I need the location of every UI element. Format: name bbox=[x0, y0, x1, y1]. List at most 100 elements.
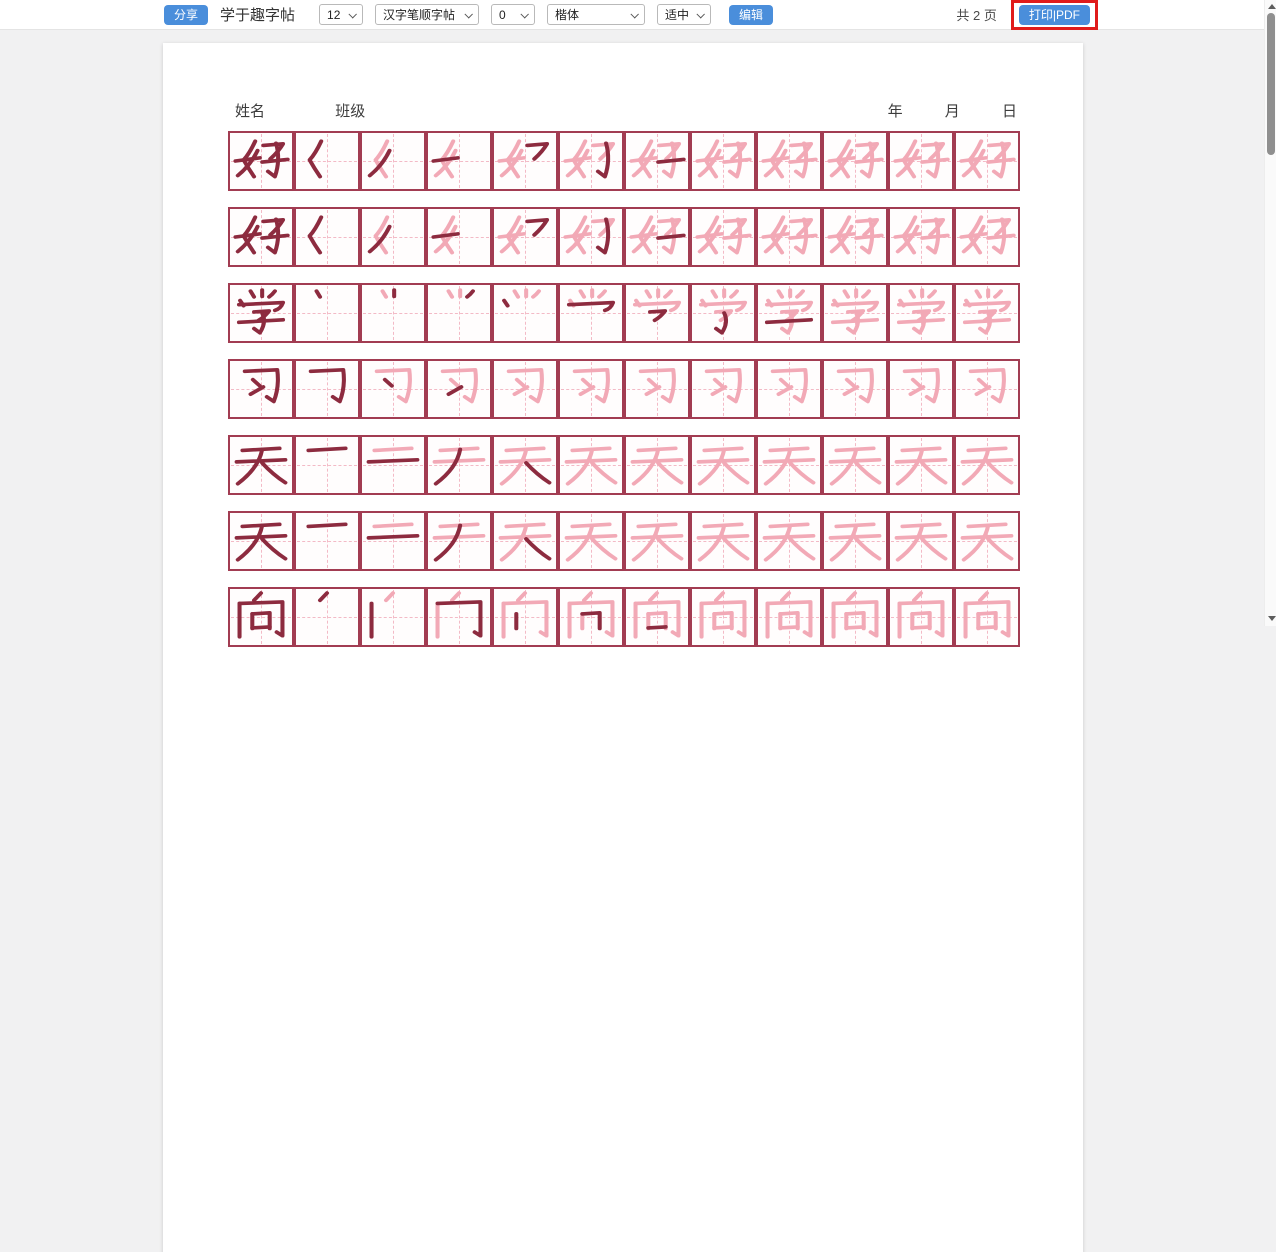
practice-cell bbox=[822, 207, 888, 267]
practice-row bbox=[228, 587, 1083, 647]
practice-cell bbox=[492, 359, 558, 419]
chevron-down-icon bbox=[464, 10, 472, 18]
practice-cell bbox=[954, 283, 1020, 343]
practice-cell bbox=[888, 359, 954, 419]
practice-cell bbox=[690, 207, 756, 267]
practice-cell bbox=[228, 131, 294, 191]
practice-cell bbox=[822, 131, 888, 191]
practice-cell bbox=[954, 131, 1020, 191]
practice-cell bbox=[624, 511, 690, 571]
practice-cell bbox=[756, 283, 822, 343]
practice-cell bbox=[954, 511, 1020, 571]
practice-cell bbox=[624, 207, 690, 267]
vertical-scrollbar[interactable] bbox=[1264, 0, 1276, 626]
sheet-header-left: 姓名 班级 bbox=[235, 100, 431, 121]
practice-row bbox=[228, 131, 1083, 191]
practice-cell bbox=[360, 207, 426, 267]
year-label: 年 bbox=[888, 103, 903, 120]
practice-cell bbox=[954, 435, 1020, 495]
month-label: 月 bbox=[945, 103, 960, 120]
site-title: 学于趣字帖 bbox=[220, 4, 295, 25]
practice-row bbox=[228, 283, 1083, 343]
practice-cell bbox=[624, 131, 690, 191]
practice-cell bbox=[360, 587, 426, 647]
practice-cell bbox=[360, 511, 426, 571]
page-count-label: 共 2 页 bbox=[956, 5, 996, 24]
practice-cell bbox=[558, 435, 624, 495]
share-button[interactable]: 分享 bbox=[164, 5, 208, 25]
practice-cell bbox=[756, 435, 822, 495]
practice-cell bbox=[492, 435, 558, 495]
practice-cell bbox=[690, 359, 756, 419]
font-size-select[interactable]: 12 bbox=[319, 4, 363, 25]
practice-cell bbox=[888, 435, 954, 495]
practice-cell bbox=[624, 435, 690, 495]
toolbar-left-group: 分享 学于趣字帖 12 汉字笔顺字帖 0 楷体 适中 编辑 bbox=[164, 4, 773, 25]
practice-cell bbox=[492, 207, 558, 267]
day-label: 日 bbox=[1002, 103, 1017, 120]
scroll-up-icon[interactable] bbox=[1268, 4, 1276, 9]
practice-cell bbox=[426, 131, 492, 191]
offset-select[interactable]: 0 bbox=[491, 4, 535, 25]
practice-cell bbox=[294, 511, 360, 571]
practice-cell bbox=[228, 511, 294, 571]
offset-value: 0 bbox=[499, 8, 506, 22]
practice-cell bbox=[492, 587, 558, 647]
template-value: 汉字笔顺字帖 bbox=[383, 6, 455, 23]
name-label: 姓名 bbox=[235, 103, 265, 120]
practice-cell bbox=[690, 435, 756, 495]
practice-cell bbox=[294, 283, 360, 343]
edit-button[interactable]: 编辑 bbox=[729, 5, 773, 25]
chevron-down-icon bbox=[520, 10, 528, 18]
practice-cell bbox=[822, 283, 888, 343]
practice-cell bbox=[888, 587, 954, 647]
practice-cell bbox=[558, 511, 624, 571]
class-label: 班级 bbox=[335, 103, 365, 120]
practice-cell bbox=[690, 131, 756, 191]
template-select[interactable]: 汉字笔顺字帖 bbox=[375, 4, 479, 25]
practice-cell bbox=[558, 207, 624, 267]
practice-cell bbox=[426, 359, 492, 419]
practice-row bbox=[228, 511, 1083, 571]
practice-cell bbox=[624, 359, 690, 419]
practice-cell bbox=[822, 587, 888, 647]
worksheet-page: 姓名 班级 年 月 日 bbox=[163, 43, 1083, 1252]
practice-cell bbox=[954, 587, 1020, 647]
font-size-value: 12 bbox=[327, 8, 340, 22]
toolbar-right-group: 共 2 页 打印|PDF bbox=[956, 3, 1098, 27]
practice-cell bbox=[888, 207, 954, 267]
practice-cell bbox=[492, 131, 558, 191]
practice-cell bbox=[558, 587, 624, 647]
scrollbar-thumb[interactable] bbox=[1267, 13, 1275, 155]
practice-cell bbox=[426, 435, 492, 495]
practice-cell bbox=[294, 435, 360, 495]
practice-row bbox=[228, 359, 1083, 419]
practice-cell bbox=[360, 435, 426, 495]
density-value: 适中 bbox=[665, 6, 689, 23]
scroll-down-icon[interactable] bbox=[1268, 616, 1276, 621]
practice-cell bbox=[558, 359, 624, 419]
font-select[interactable]: 楷体 bbox=[547, 4, 645, 25]
practice-cell bbox=[690, 511, 756, 571]
toolbar: 分享 学于趣字帖 12 汉字笔顺字帖 0 楷体 适中 编辑 共 2 页 打印|P… bbox=[0, 0, 1276, 30]
practice-cell bbox=[624, 283, 690, 343]
practice-cell bbox=[756, 587, 822, 647]
density-select[interactable]: 适中 bbox=[657, 4, 711, 25]
practice-cell bbox=[756, 131, 822, 191]
practice-cell bbox=[888, 511, 954, 571]
practice-cell bbox=[294, 359, 360, 419]
sheet-header: 姓名 班级 年 月 日 bbox=[163, 43, 1083, 121]
practice-cell bbox=[954, 359, 1020, 419]
practice-cell bbox=[228, 587, 294, 647]
practice-cell bbox=[558, 283, 624, 343]
print-pdf-button[interactable]: 打印|PDF bbox=[1019, 5, 1090, 25]
font-value: 楷体 bbox=[555, 6, 579, 23]
practice-cell bbox=[690, 587, 756, 647]
practice-cell bbox=[360, 359, 426, 419]
practice-cell bbox=[228, 435, 294, 495]
practice-cell bbox=[360, 131, 426, 191]
practice-grid bbox=[228, 131, 1083, 647]
practice-cell bbox=[492, 283, 558, 343]
practice-cell bbox=[888, 283, 954, 343]
sheet-header-right: 年 月 日 bbox=[850, 100, 1017, 121]
